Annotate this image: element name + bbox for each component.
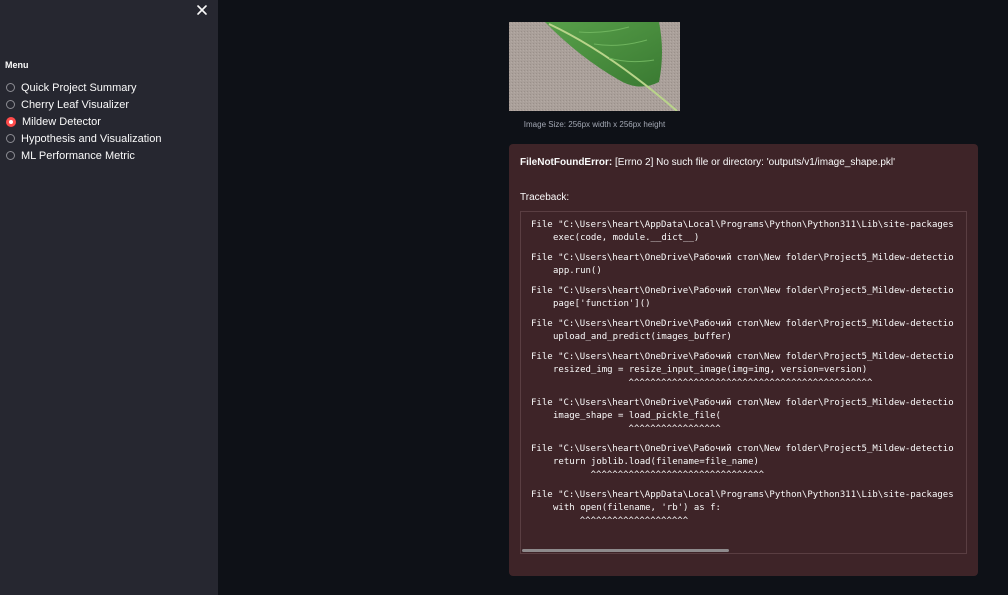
traceback-frame: File "C:\Users\heart\OneDrive\Рабочий ст… xyxy=(531,252,954,278)
traceback-code-line: image_shape = load_pickle_file( xyxy=(553,411,721,421)
traceback-file-line: File "C:\Users\heart\AppData\Local\Progr… xyxy=(531,490,954,500)
traceback-caret-line: ^^^^^^^^^^^^^^^^^^^^^^^^^^^^^^^^ xyxy=(531,470,764,480)
menu-item-ml-performance-metric[interactable]: ML Performance Metric xyxy=(6,147,161,164)
menu-item-cherry-leaf-visualizer[interactable]: Cherry Leaf Visualizer xyxy=(6,96,161,113)
radio-button[interactable] xyxy=(6,116,16,127)
traceback-frame: File "C:\Users\heart\OneDrive\Рабочий ст… xyxy=(531,318,954,344)
menu-item-quick-project-summary[interactable]: Quick Project Summary xyxy=(6,79,161,96)
traceback-code-line: page['function']() xyxy=(553,299,651,309)
error-type: FileNotFoundError: xyxy=(520,157,613,168)
menu-item-hypothesis-and-visualization[interactable]: Hypothesis and Visualization xyxy=(6,130,161,147)
menu-item-label: Quick Project Summary xyxy=(21,81,137,94)
menu-item-label: ML Performance Metric xyxy=(21,149,135,162)
traceback-file-line: File "C:\Users\heart\OneDrive\Рабочий ст… xyxy=(531,398,954,408)
traceback-file-line: File "C:\Users\heart\OneDrive\Рабочий ст… xyxy=(531,352,954,362)
traceback-frame: File "C:\Users\heart\AppData\Local\Progr… xyxy=(531,219,954,245)
horizontal-scrollbar[interactable] xyxy=(521,549,966,553)
close-icon xyxy=(197,5,207,15)
menu-title: Menu xyxy=(5,60,29,70)
app: Menu Quick Project Summary Cherry Leaf V… xyxy=(0,0,1008,595)
radio-button[interactable] xyxy=(6,83,15,92)
traceback-caret-line: ^^^^^^^^^^^^^^^^^ xyxy=(531,424,721,434)
radio-button[interactable] xyxy=(6,134,15,143)
traceback-frame: File "C:\Users\heart\OneDrive\Рабочий ст… xyxy=(531,397,954,436)
traceback-caret-line: ^^^^^^^^^^^^^^^^^^^^ xyxy=(531,516,689,526)
traceback-caret-line: ^^^^^^^^^^^^^^^^^^^^^^^^^^^^^^^^^^^^^^^^… xyxy=(531,378,873,388)
radio-button[interactable] xyxy=(6,100,15,109)
traceback-frame: File "C:\Users\heart\OneDrive\Рабочий ст… xyxy=(531,351,954,390)
traceback-frame: File "C:\Users\heart\OneDrive\Рабочий ст… xyxy=(531,285,954,311)
traceback-frame: File "C:\Users\heart\AppData\Local\Progr… xyxy=(531,489,954,528)
traceback-panel[interactable]: File "C:\Users\heart\AppData\Local\Progr… xyxy=(520,211,967,554)
traceback-file-line: File "C:\Users\heart\OneDrive\Рабочий ст… xyxy=(531,253,954,263)
radio-button[interactable] xyxy=(6,151,15,160)
error-message: FileNotFoundError: [Errno 2] No such fil… xyxy=(520,157,895,168)
traceback-code-line: resized_img = resize_input_image(img=img… xyxy=(553,365,868,375)
image-caption: Image Size: 256px width x 256px height xyxy=(523,120,666,129)
traceback-code-line: app.run() xyxy=(553,266,602,276)
traceback-file-line: File "C:\Users\heart\OneDrive\Рабочий ст… xyxy=(531,319,954,329)
scrollbar-thumb[interactable] xyxy=(522,549,729,552)
traceback-file-line: File "C:\Users\heart\AppData\Local\Progr… xyxy=(531,220,954,230)
menu-item-label: Hypothesis and Visualization xyxy=(21,132,162,145)
leaf-illustration xyxy=(509,22,680,111)
traceback-code-line: with open(filename, 'rb') as f: xyxy=(553,503,721,513)
menu-item-label: Mildew Detector xyxy=(22,115,101,128)
sidebar: Menu Quick Project Summary Cherry Leaf V… xyxy=(0,0,218,595)
traceback-code-line: exec(code, module.__dict__) xyxy=(553,233,700,243)
error-box: FileNotFoundError: [Errno 2] No such fil… xyxy=(509,144,978,576)
traceback-code-line: upload_and_predict(images_buffer) xyxy=(553,332,732,342)
traceback-file-line: File "C:\Users\heart\OneDrive\Рабочий ст… xyxy=(531,444,954,454)
traceback-label: Traceback: xyxy=(520,192,570,203)
traceback-frames: File "C:\Users\heart\AppData\Local\Progr… xyxy=(531,219,954,535)
traceback-code-line: return joblib.load(filename=file_name) xyxy=(553,457,759,467)
menu-radio-group: Quick Project Summary Cherry Leaf Visual… xyxy=(6,79,161,164)
menu-item-label: Cherry Leaf Visualizer xyxy=(21,98,130,111)
close-sidebar-button[interactable] xyxy=(194,2,210,18)
menu-item-mildew-detector[interactable]: Mildew Detector xyxy=(6,113,161,130)
error-text: [Errno 2] No such file or directory: 'ou… xyxy=(612,157,896,168)
traceback-file-line: File "C:\Users\heart\OneDrive\Рабочий ст… xyxy=(531,286,954,296)
traceback-frame: File "C:\Users\heart\OneDrive\Рабочий ст… xyxy=(531,443,954,482)
cherry-leaf-image xyxy=(509,22,680,111)
